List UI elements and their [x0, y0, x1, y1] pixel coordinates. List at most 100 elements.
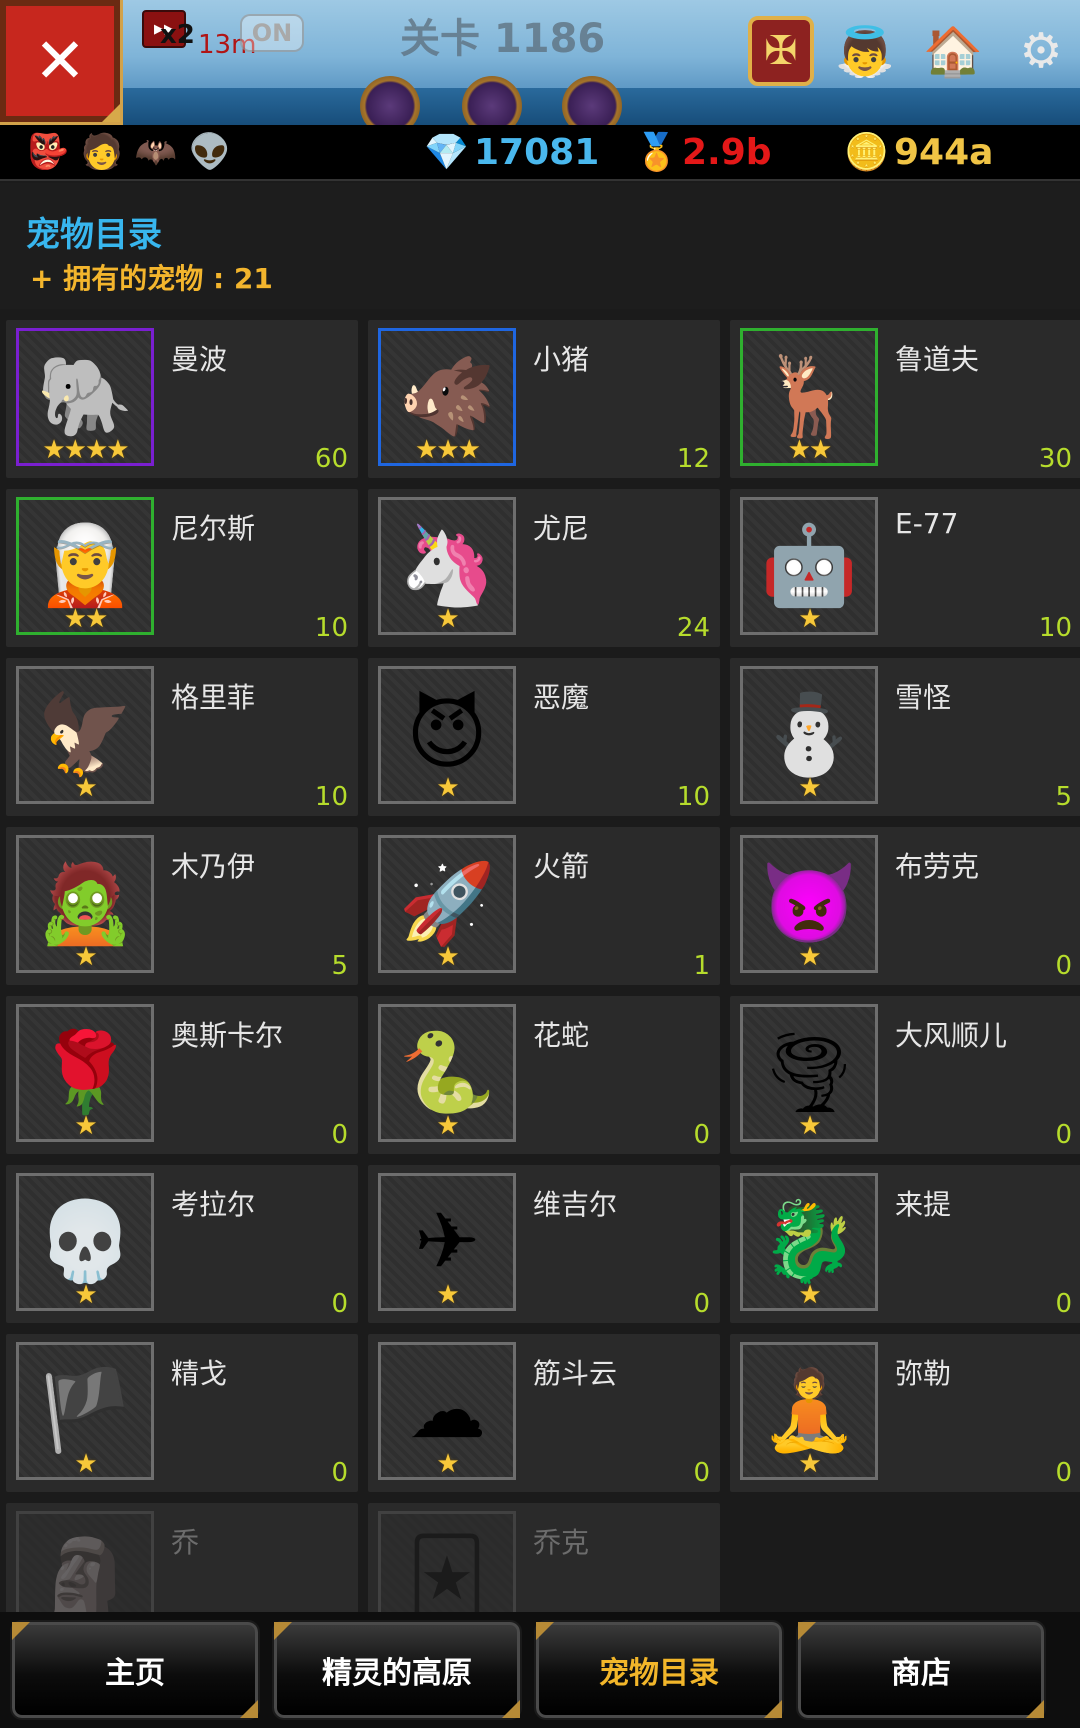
hero-dark-knight-icon[interactable]: 🦇 — [134, 129, 178, 175]
pet-card[interactable]: 🗿 乔 — [6, 1503, 358, 1612]
pet-card[interactable]: 🏴 ★ 精戈 0 — [6, 1334, 358, 1492]
guild-shield-icon[interactable]: ✠ — [748, 16, 814, 86]
tornado-pet-icon: 🌪 — [759, 1027, 859, 1118]
pet-card[interactable]: 🦅 ★ 格里菲 10 — [6, 658, 358, 816]
pet-card[interactable]: 🧟 ★ 木乃伊 5 — [6, 827, 358, 985]
cloud-pet-icon: ☁ — [408, 1366, 486, 1456]
pet-name: 曼波 — [171, 343, 228, 376]
page-title: 宠物目录 — [26, 215, 162, 255]
pet-count: 0 — [1055, 1120, 1072, 1150]
pet-portrait: 😈 ★ — [378, 666, 516, 804]
pharaoh-pet-icon: 💀 — [36, 1196, 134, 1287]
close-button[interactable]: ✕ — [0, 0, 123, 125]
star-rating: ★ — [436, 773, 459, 803]
star-rating: ★★ — [63, 604, 109, 634]
pet-card[interactable]: 🐗 ★★★ 小猪 12 — [368, 320, 720, 478]
pet-card[interactable]: 🌹 ★ 奥斯卡尔 0 — [6, 996, 358, 1154]
pet-portrait: 🐉 ★ — [740, 1173, 878, 1311]
pet-name: 木乃伊 — [171, 850, 256, 883]
pet-card[interactable]: 🤖 ★ E-77 10 — [730, 489, 1080, 647]
star-rating: ★★★ — [415, 435, 481, 465]
pet-name: 弥勒 — [895, 1357, 952, 1390]
pet-name: 尤尼 — [533, 512, 590, 545]
elephant-pet-icon: 🐘 — [36, 351, 134, 442]
pet-card[interactable]: 🦌 ★★ 鲁道夫 30 — [730, 320, 1080, 478]
star-rating: ★ — [74, 1280, 97, 1310]
bottom-nav: 主页 精灵的高原 宠物目录 商店 — [0, 1612, 1080, 1728]
pet-card[interactable]: 👿 ★ 布劳克 0 — [730, 827, 1080, 985]
pet-card[interactable]: 🧘 ★ 弥勒 0 — [730, 1334, 1080, 1492]
pet-card[interactable]: 🐘 ★★★★ 曼波 60 — [6, 320, 358, 478]
nav-plateau-button[interactable]: 精灵的高原 — [272, 1620, 522, 1720]
pegasus-pet-icon: 🦄 — [398, 520, 496, 611]
dragon-pet-icon: 🐉 — [760, 1196, 858, 1287]
angel-icon[interactable]: 👼 — [832, 16, 898, 86]
speed-multiplier: x2 — [160, 20, 195, 50]
pet-card[interactable]: 🚀 ★ 火箭 1 — [368, 827, 720, 985]
medals-value: 2.9b — [682, 132, 772, 173]
stage-disc — [462, 76, 522, 125]
pet-count: 5 — [1055, 782, 1072, 812]
pet-name: 来提 — [895, 1188, 952, 1221]
pet-grid: 🐘 ★★★★ 曼波 60 🐗 ★★★ 小猪 12 🦌 ★★ 鲁道夫 30 🧝 ★★ 尼尔斯 10 🦄 ★ 尤尼 24 🤖… — [0, 320, 1080, 1612]
hero-green-icon[interactable]: 🧑 — [80, 129, 124, 175]
pet-name: 大风顺儿 — [895, 1019, 1008, 1052]
stage-disc — [562, 76, 622, 125]
pet-name: 考拉尔 — [171, 1188, 256, 1221]
nav-catalog-button[interactable]: 宠物目录 — [534, 1620, 784, 1720]
pet-count: 1 — [693, 951, 710, 981]
pet-card[interactable]: 🧝 ★★ 尼尔斯 10 — [6, 489, 358, 647]
pet-card[interactable]: 🃏 乔克 — [368, 1503, 720, 1612]
star-rating: ★ — [798, 773, 821, 803]
pet-card[interactable]: ☁ ★ 筋斗云 0 — [368, 1334, 720, 1492]
pet-card[interactable]: 🌪 ★ 大风顺儿 0 — [730, 996, 1080, 1154]
pet-count: 0 — [1055, 951, 1072, 981]
pet-portrait: 🏴 ★ — [16, 1342, 154, 1480]
boar-pet-icon: 🐗 — [398, 351, 496, 442]
pet-portrait: 🐍 ★ — [378, 1004, 516, 1142]
pet-card[interactable]: 🦄 ★ 尤尼 24 — [368, 489, 720, 647]
gold-value: 944a — [894, 132, 994, 173]
nav-shop-button[interactable]: 商店 — [796, 1620, 1046, 1720]
pet-count: 0 — [1055, 1458, 1072, 1488]
catalog-header: 宠物目录 + 拥有的宠物 : 21 — [0, 183, 1080, 309]
pet-card[interactable]: 💀 ★ 考拉尔 0 — [6, 1165, 358, 1323]
pet-portrait: 🗿 — [16, 1511, 154, 1612]
gear-icon[interactable]: ⚙ — [1008, 16, 1074, 86]
mailbox-house-icon[interactable]: 🏠 — [920, 16, 986, 86]
pet-card[interactable]: ⛄ ★ 雪怪 5 — [730, 658, 1080, 816]
star-rating: ★ — [436, 1280, 459, 1310]
close-icon: ✕ — [34, 24, 86, 97]
pet-portrait: ✈ ★ — [378, 1173, 516, 1311]
pet-count: 0 — [331, 1120, 348, 1150]
pet-count: 30 — [1038, 444, 1072, 474]
pet-portrait: 🧟 ★ — [16, 835, 154, 973]
pet-card[interactable]: 🐉 ★ 来提 0 — [730, 1165, 1080, 1323]
pet-count: 10 — [1038, 613, 1072, 643]
star-rating: ★ — [436, 604, 459, 634]
hero-blue-icon[interactable]: 👽 — [188, 129, 232, 175]
mummy-pet-icon: 🧟 — [36, 858, 134, 949]
pet-card[interactable]: ✈ ★ 维吉尔 0 — [368, 1165, 720, 1323]
owned-pets-count: + 拥有的宠物 : 21 — [30, 262, 273, 295]
star-rating: ★ — [436, 1449, 459, 1479]
pet-name: 乔 — [171, 1526, 200, 1559]
buddha-pet-icon: 🧘 — [760, 1365, 858, 1456]
plane-pet-icon: ✈ — [414, 1197, 480, 1287]
pet-count: 10 — [676, 782, 710, 812]
pet-catalog-screen: { "topbar": { "close_label": "✕", "speed… — [0, 0, 1080, 1728]
pet-card[interactable]: 🐍 ★ 花蛇 0 — [368, 996, 720, 1154]
pet-card[interactable]: 😈 ★ 恶魔 10 — [368, 658, 720, 816]
pet-name: E-77 — [895, 507, 959, 540]
auto-toggle[interactable]: ON — [240, 14, 304, 52]
star-rating: ★★★★ — [42, 435, 129, 465]
pet-portrait: 💀 ★ — [16, 1173, 154, 1311]
pet-portrait: 🌪 ★ — [740, 1004, 878, 1142]
star-rating: ★ — [798, 1449, 821, 1479]
nav-home-button[interactable]: 主页 — [10, 1620, 260, 1720]
star-rating: ★ — [74, 773, 97, 803]
pet-name: 花蛇 — [533, 1019, 590, 1052]
hero-red-icon[interactable]: 👺 — [26, 129, 70, 175]
yeti-pet-icon: ⛄ — [760, 689, 858, 780]
rocket-pet-icon: 🚀 — [398, 858, 496, 949]
